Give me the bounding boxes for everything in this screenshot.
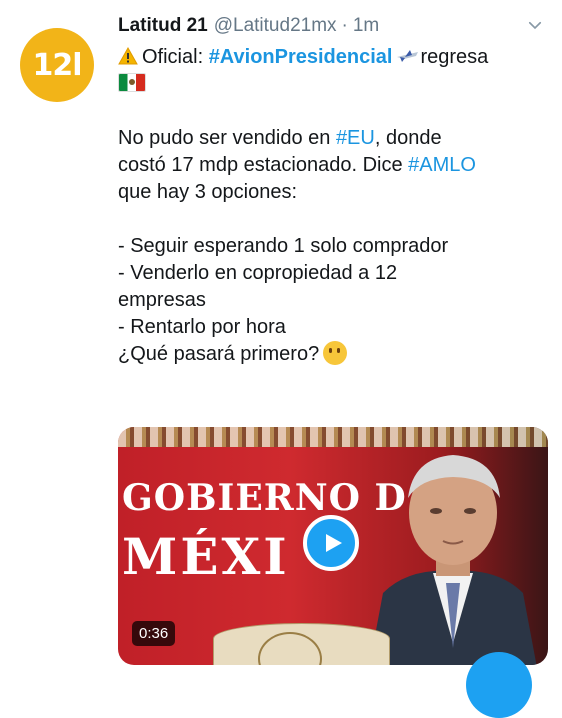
backdrop-text-mexico: MÉXI (122, 527, 290, 586)
hashtag-eu[interactable]: #EU (336, 127, 375, 149)
question-line: ¿Qué pasará primero? (118, 341, 548, 368)
play-icon (326, 534, 342, 552)
tweet-header: Latitud 21 @Latitud21mx · 1m (118, 12, 546, 40)
option-2-line-2: empresas (118, 289, 206, 311)
separator-dot: · (341, 15, 348, 36)
avatar-logo-text: 12l (32, 47, 82, 83)
tweet-line-1: Oficial: #AvionPresidencial regresa (118, 44, 548, 71)
chevron-down-icon[interactable] (524, 14, 546, 36)
tweet-line-4: costó 17 mdp estacionado. Dice #AMLO (118, 154, 476, 176)
line1-suffix: regresa (420, 46, 489, 68)
option-3: - Rentarlo por hora (118, 316, 286, 338)
author-name[interactable]: Latitud 21 (118, 15, 208, 37)
tweet-text: Oficial: #AvionPresidencial regresa No p… (118, 44, 548, 368)
warning-icon (118, 46, 138, 65)
tweet-line-3: No pudo ser vendido en #EU, donde (118, 127, 442, 149)
thinking-face-icon (323, 341, 348, 365)
tweet-line-2 (118, 71, 548, 98)
play-button[interactable] (303, 515, 359, 571)
avatar[interactable]: 12l (20, 28, 94, 102)
video-thumbnail[interactable]: GOBIERNO D MÉXI 0:36 (118, 427, 548, 665)
airplane-icon (396, 44, 420, 62)
tweet-timestamp[interactable]: 1m (353, 15, 379, 37)
hashtag-amlo[interactable]: #AMLO (408, 154, 476, 176)
hashtag-avionpresidencial[interactable]: #AvionPresidencial (209, 46, 393, 68)
author-handle[interactable]: @Latitud21mx (214, 15, 337, 37)
tweet-line-5: que hay 3 opciones: (118, 181, 298, 203)
line1-prefix: Oficial: (142, 46, 209, 68)
option-2-line-1: - Venderlo en copropiedad a 12 (118, 262, 398, 284)
video-duration: 0:36 (132, 621, 176, 646)
option-1: - Seguir esperando 1 solo comprador (118, 235, 449, 257)
compose-fab-button[interactable] (466, 652, 532, 718)
mexico-flag-icon (118, 73, 146, 92)
